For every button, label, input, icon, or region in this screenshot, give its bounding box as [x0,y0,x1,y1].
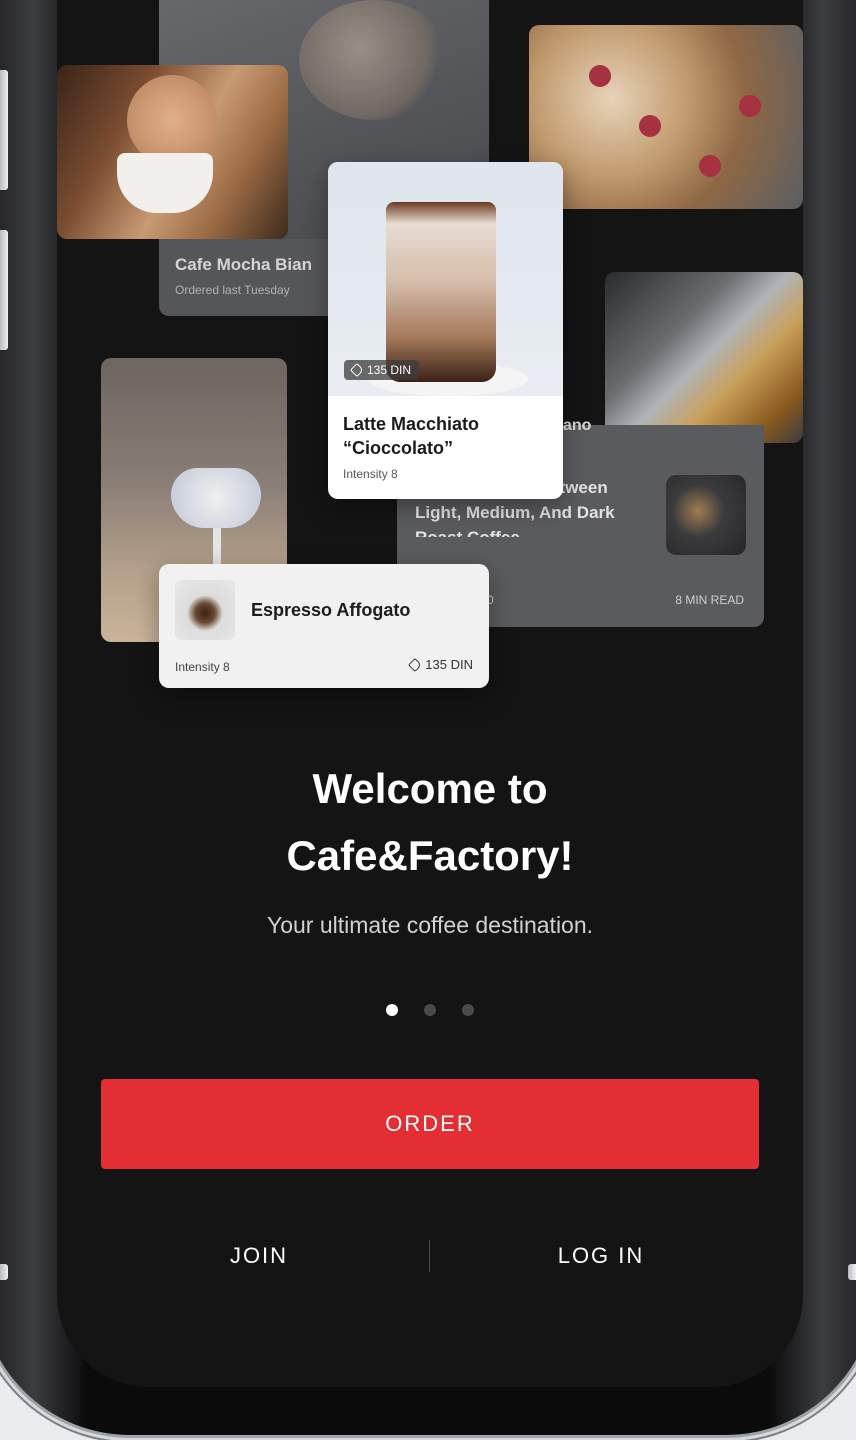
welcome-title-line1: Welcome to [312,765,548,812]
article-read-time: 8 MIN READ [675,593,744,607]
product-card-affogato[interactable]: Espresso Affogato Intensity 8 135 DIN [159,564,489,688]
price-badge: 135 DIN [344,360,420,380]
welcome-subtitle: Your ultimate coffee destination. [266,912,594,938]
product-name: Latte Macchiato “Cioccolato” [343,414,480,458]
order-button[interactable]: ORDER [101,1079,759,1169]
price-badge-text: 135 DIN [367,363,412,377]
price-tag-icon [349,362,365,378]
auth-actions: JOIN LOG IN [101,1238,759,1274]
page-dot[interactable] [424,1004,436,1016]
frame-antenna-band [0,1264,8,1280]
login-button[interactable]: LOG IN [443,1238,759,1274]
volume-down-button [0,230,8,350]
waffle-photo [529,25,803,209]
page-indicator [57,1004,803,1016]
product-price: 135 DIN [408,657,473,673]
welcome-title: Welcome to Cafe&Factory! [57,755,803,889]
welcome-title-line2: Cafe&Factory! [286,832,574,879]
product-intensity: Intensity 8 [343,467,398,481]
product-price-text: 135 DIN [425,657,473,672]
divider [429,1240,430,1272]
frame-antenna-band-right [848,1264,856,1280]
article-heading: ano [563,417,592,434]
product-intensity: Intensity 8 [175,660,230,674]
affogato-thumbnail [175,580,235,640]
volume-up-button [0,70,8,190]
page-dot-active[interactable] [386,1004,398,1016]
phone-screen: Cafe Mocha Bian Ordered last Tuesday ano… [57,0,803,1387]
woman-coffee-photo [57,65,288,239]
article-thumbnail [666,475,746,555]
join-button[interactable]: JOIN [101,1238,417,1274]
recent-order-subtitle: Ordered last Tuesday [175,283,290,297]
price-tag-icon [408,657,423,673]
product-name: Espresso Affogato [251,600,411,620]
page-dot[interactable] [462,1004,474,1016]
recent-order-title: Cafe Mocha Bian [175,255,312,274]
product-card-latte[interactable]: 135 DIN Latte Macchiato “Cioccolato” Int… [328,162,563,499]
espresso-pour-photo [605,272,803,443]
